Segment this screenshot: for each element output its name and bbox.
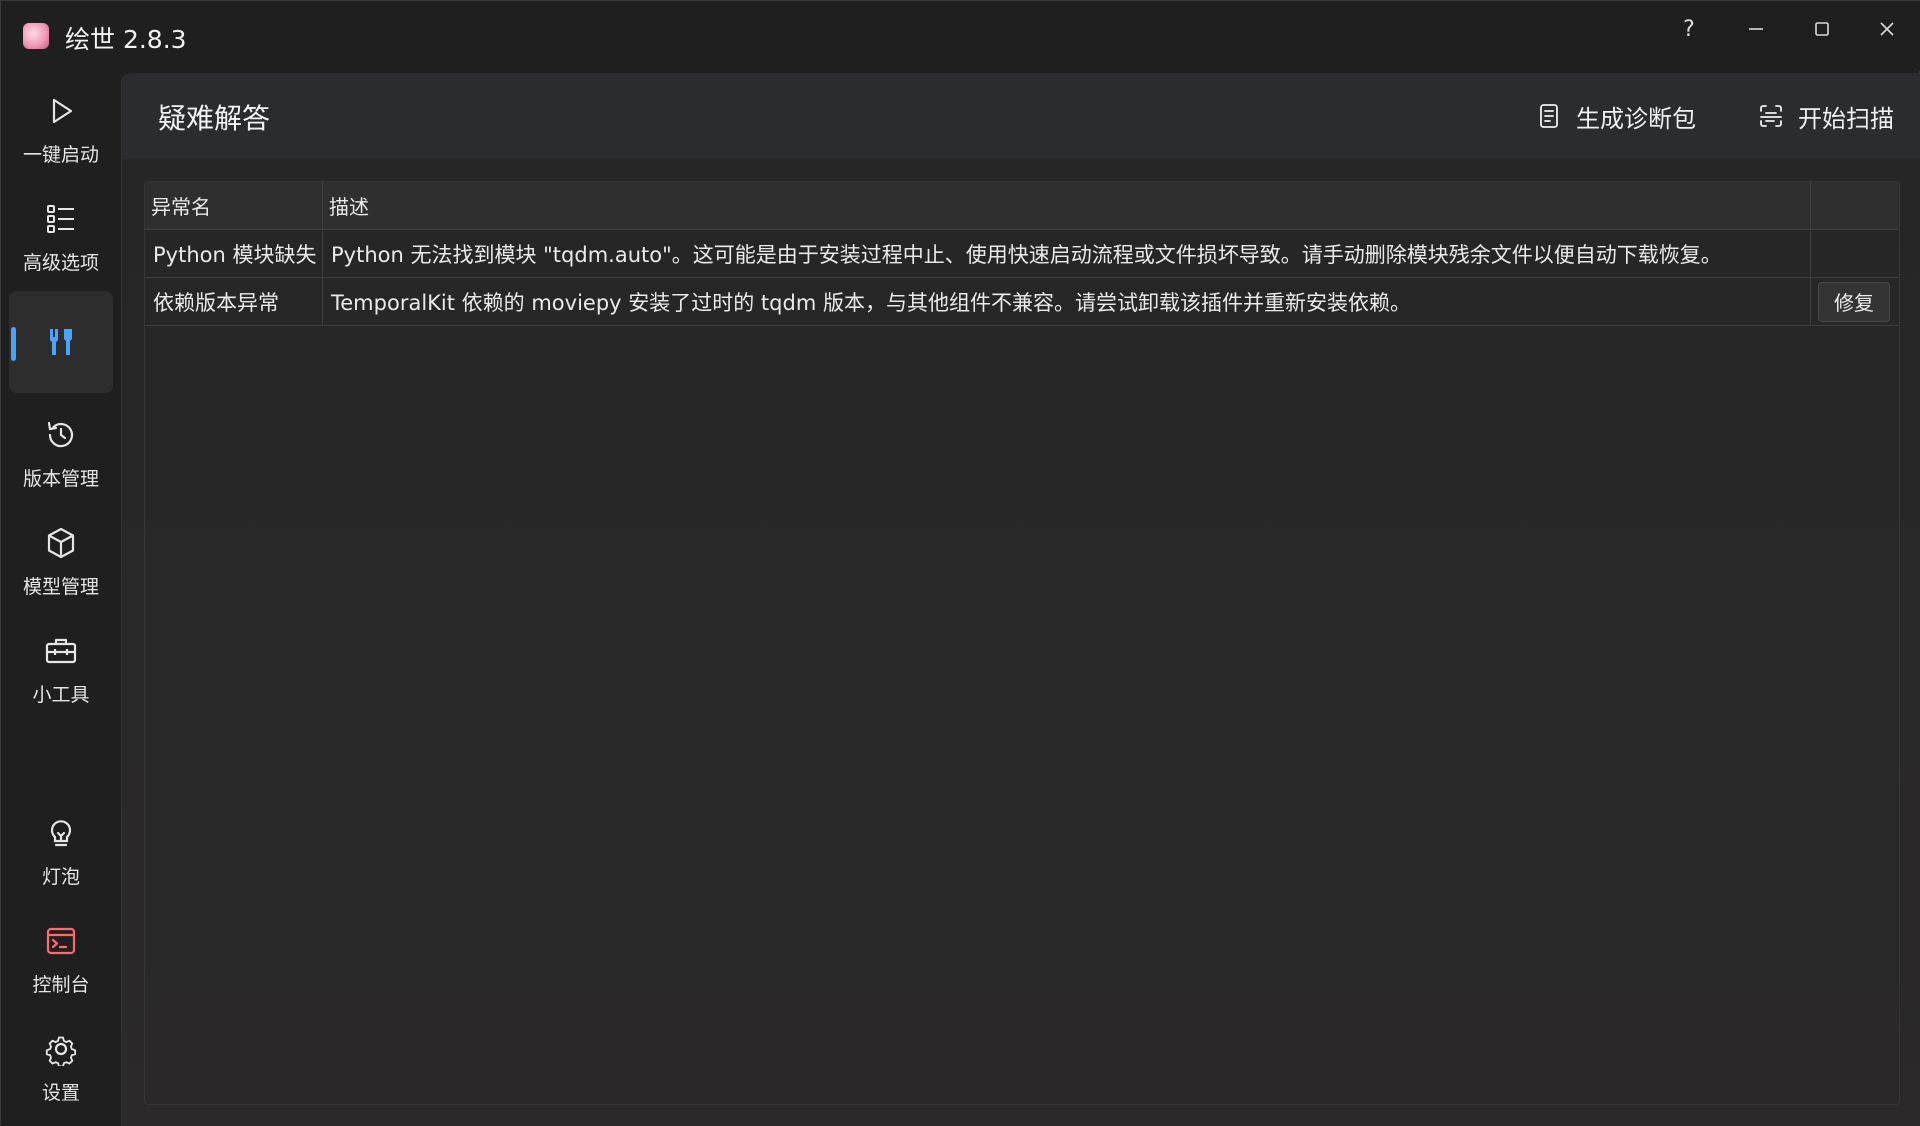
sidebar-item-label: 灯泡 [41, 865, 80, 888]
issue-description-cell: Python 无法找到模块 "tqdm.auto"。这可能是由于安装过程中止、使… [323, 230, 1811, 277]
close-icon [1880, 22, 1894, 36]
generate-diagnostics-button[interactable]: 生成诊断包 [1536, 95, 1696, 137]
table-row: Python 模块缺失 Python 无法找到模块 "tqdm.auto"。这可… [145, 230, 1899, 278]
sidebar: 一键启动 高级选项 版本管理 模型管理 小工具 灯泡 控制台 设置 [1, 71, 121, 1126]
console-icon [46, 927, 76, 954]
sidebar-item-label: 小工具 [32, 683, 90, 706]
generate-diagnostics-label: 生成诊断包 [1576, 104, 1696, 133]
troubleshoot-table: 异常名 描述 Python 模块缺失 Python 无法找到模块 "tqdm.a… [145, 182, 1899, 326]
app-title: 绘世 2.8.3 [65, 25, 187, 54]
table-row: 依赖版本异常 TemporalKit 依赖的 moviepy 安装了过时的 tq… [145, 278, 1899, 326]
gear-icon [45, 1036, 77, 1066]
sidebar-item-lightbulb[interactable]: 灯泡 [9, 801, 113, 903]
minimize-button[interactable] [1730, 9, 1782, 49]
maximize-icon [1815, 22, 1829, 36]
sidebar-item-settings[interactable]: 设置 [9, 1017, 113, 1119]
app-logo [23, 23, 49, 49]
sidebar-item-launch[interactable]: 一键启动 [9, 79, 113, 181]
page-title: 疑难解答 [158, 102, 271, 135]
sidebar-item-console[interactable]: 控制台 [9, 909, 113, 1011]
table-header-row: 异常名 描述 [145, 182, 1899, 230]
sidebar-item-label: 一键启动 [22, 143, 99, 166]
play-icon [52, 98, 73, 123]
cube-icon [47, 527, 75, 558]
issue-action-cell: 修复 [1811, 278, 1897, 325]
column-header-action [1811, 182, 1897, 229]
app-window: 绘世 2.8.3 ? 一键启动 高级选项 版本管理 模型管理 小工具 灯泡 控制… [0, 0, 1920, 1126]
sidebar-item-label: 设置 [41, 1081, 80, 1104]
sidebar-item-label: 高级选项 [22, 251, 99, 274]
list-icon [47, 204, 74, 233]
sidebar-item-troubleshoot[interactable] [9, 291, 113, 393]
issue-name-cell: Python 模块缺失 [145, 230, 323, 277]
tools-icon [50, 329, 72, 355]
column-header-description: 描述 [323, 182, 1811, 229]
lightbulb-icon [50, 819, 72, 846]
document-icon [1540, 104, 1558, 128]
sidebar-item-advanced[interactable]: 高级选项 [9, 187, 113, 289]
troubleshoot-table-panel: 异常名 描述 Python 模块缺失 Python 无法找到模块 "tqdm.a… [144, 181, 1900, 1105]
fix-button[interactable]: 修复 [1818, 281, 1890, 322]
history-icon [47, 421, 74, 447]
start-scan-button[interactable]: 开始扫描 [1758, 95, 1894, 137]
sidebar-item-label: 版本管理 [22, 467, 99, 490]
title-bar: 绘世 2.8.3 ? [1, 1, 1920, 71]
minimize-icon [1749, 28, 1763, 30]
toolbox-icon [45, 638, 77, 663]
issue-action-cell [1811, 230, 1897, 277]
start-scan-label: 开始扫描 [1798, 104, 1894, 133]
maximize-button[interactable] [1796, 9, 1848, 49]
sidebar-item-tools[interactable]: 小工具 [9, 619, 113, 721]
close-button[interactable] [1861, 9, 1913, 49]
column-header-name: 异常名 [145, 182, 323, 229]
issue-description-cell: TemporalKit 依赖的 moviepy 安装了过时的 tqdm 版本，与… [323, 278, 1811, 325]
sidebar-item-models[interactable]: 模型管理 [9, 511, 113, 613]
sidebar-item-label: 模型管理 [22, 575, 99, 598]
sidebar-item-label: 控制台 [32, 973, 90, 996]
page-header: 疑难解答 生成诊断包 开始扫描 [122, 73, 1920, 159]
help-button[interactable]: ? [1663, 9, 1715, 49]
issue-name-cell: 依赖版本异常 [145, 278, 323, 325]
content-area: 疑难解答 生成诊断包 开始扫描 异常名 描述 Python 模块缺失 Pytho… [121, 73, 1920, 1126]
scan-icon [1760, 105, 1782, 127]
sidebar-item-versions[interactable]: 版本管理 [9, 403, 113, 505]
